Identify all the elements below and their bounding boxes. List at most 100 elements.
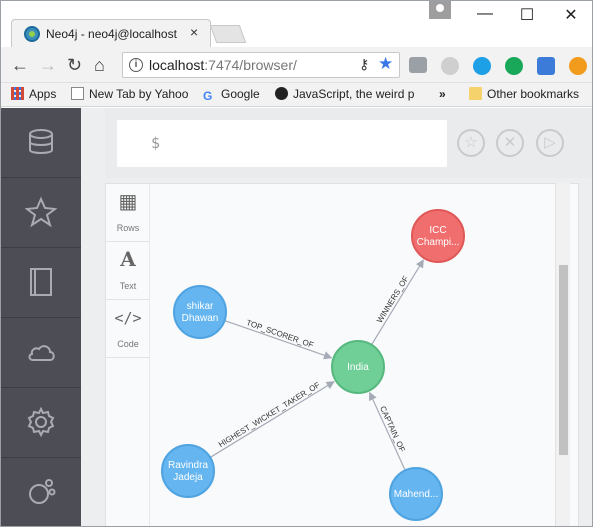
clear-query-button[interactable]: ✕ xyxy=(496,129,524,157)
code-icon: </> xyxy=(114,309,142,327)
skype-extension-icon[interactable] xyxy=(473,57,491,75)
browser-tab[interactable]: Neo4j - neo4j@localhost × xyxy=(11,19,211,47)
gear-icon xyxy=(27,406,55,438)
address-bar[interactable]: i localhost:7474/browser/ ⚷ ★ xyxy=(122,52,400,78)
graph-visualization[interactable]: TOP_SCORER_OF WINNERS_OF HIGHEST_WICKET_TA… xyxy=(151,184,553,527)
drive-extension-icon[interactable] xyxy=(409,57,427,73)
node-caption: shikar xyxy=(187,301,214,312)
bookmark-star-icon[interactable]: ★ xyxy=(378,54,393,74)
star-icon xyxy=(25,196,57,228)
database-icon xyxy=(29,129,53,154)
relationship-top-scorer-of[interactable] xyxy=(224,319,333,360)
tab-text-label: Text xyxy=(119,281,137,291)
node-circle[interactable] xyxy=(411,209,465,263)
back-arrow-icon[interactable]: ← xyxy=(11,55,29,76)
bookmark-label: Apps xyxy=(29,87,57,101)
screenshot-extension-icon[interactable] xyxy=(537,57,555,75)
cypher-editor[interactable]: $ xyxy=(117,120,447,167)
reload-icon[interactable]: ↻ xyxy=(67,55,82,76)
tab-title: Neo4j - neo4j@localhost xyxy=(46,27,177,41)
node-caption: ICC xyxy=(429,225,446,236)
bookmark-google[interactable]: G Google xyxy=(203,87,260,103)
run-query-button[interactable]: ▷ xyxy=(536,129,564,157)
sidebar-item-about[interactable] xyxy=(1,458,81,526)
close-window-button[interactable]: ✕ xyxy=(561,5,581,25)
result-view-tabs: ▦ Rows A Text </> Code xyxy=(106,184,150,526)
tab-text[interactable]: A Text xyxy=(106,242,150,300)
relationship-label: CAPTAIN_OF xyxy=(378,405,407,454)
url-text: localhost:7474/browser/ xyxy=(149,57,297,73)
node-ravindra[interactable]: RavindraJadeja xyxy=(161,444,215,498)
google-icon: G xyxy=(203,89,213,103)
node-caption: Dhawan xyxy=(182,313,219,324)
node-icc[interactable]: ICCChampi... xyxy=(411,209,465,263)
github-icon xyxy=(275,87,288,100)
tab-code[interactable]: </> Code xyxy=(106,300,150,358)
node-caption: Jadeja xyxy=(173,472,203,483)
browser-toolbar: ← → ↻ ⌂ i localhost:7474/browser/ ⚷ ★ xyxy=(1,47,592,83)
tab-close-icon[interactable]: × xyxy=(190,24,198,40)
maximize-button[interactable]: ☐ xyxy=(517,5,537,25)
key-icon[interactable]: ⚷ xyxy=(359,56,369,73)
profile-icon[interactable] xyxy=(429,1,451,19)
result-frame: ▦ Rows A Text </> Code TOP_SCORER_OF WIN… xyxy=(105,183,579,527)
book-icon xyxy=(30,268,52,296)
bookmark-apps[interactable]: Apps xyxy=(11,87,56,101)
bookmark-javascript[interactable]: JavaScript, the weird p xyxy=(275,87,437,101)
scrollbar-thumb[interactable] xyxy=(559,265,568,455)
node-caption: Champi... xyxy=(417,237,460,248)
bookmark-label: Google xyxy=(221,87,260,101)
home-icon[interactable]: ⌂ xyxy=(94,55,105,76)
bookmarks-bar: Apps New Tab by Yahoo G Google JavaScript… xyxy=(1,83,592,107)
sidebar-item-cloud[interactable] xyxy=(1,318,81,388)
neo4j-sidebar xyxy=(1,108,81,526)
node-india[interactable]: India xyxy=(331,340,385,394)
relationship-label: HIGHEST_WICKET_TAKER_OF xyxy=(217,380,322,449)
tab-code-label: Code xyxy=(117,339,139,349)
alert-extension-icon[interactable] xyxy=(569,57,587,75)
neo4j-logo-icon xyxy=(29,479,56,504)
tab-strip: Neo4j - neo4j@localhost × — ☐ ✕ xyxy=(1,1,592,47)
url-host: localhost xyxy=(149,57,205,73)
relationship-captain-of[interactable] xyxy=(368,391,406,471)
node-caption: Mahend... xyxy=(394,489,438,500)
other-bookmarks-label: Other bookmarks xyxy=(487,87,580,101)
forward-arrow-icon[interactable]: → xyxy=(39,55,57,76)
node-circle[interactable] xyxy=(161,444,215,498)
tab-rows[interactable]: ▦ Rows xyxy=(106,184,150,242)
node-caption: India xyxy=(347,362,369,373)
node-mahend[interactable]: Mahend... xyxy=(389,467,443,521)
sidebar-item-documentation[interactable] xyxy=(1,248,81,318)
url-path: :7474/browser/ xyxy=(204,57,297,73)
new-tab-button[interactable] xyxy=(209,25,247,43)
bookmark-label: JavaScript, the weird p xyxy=(293,87,415,101)
browser-window: Neo4j - neo4j@localhost × — ☐ ✕ ← → ↻ ⌂ … xyxy=(0,0,593,527)
extension-icon[interactable] xyxy=(441,57,459,75)
node-shikar[interactable]: shikarDhawan xyxy=(173,285,227,339)
other-bookmarks[interactable]: Other bookmarks xyxy=(469,87,579,101)
editor-area: $ ☆ ✕ ▷ xyxy=(105,108,592,178)
folder-icon xyxy=(469,87,482,100)
vertical-scrollbar[interactable] xyxy=(555,183,570,526)
bookmarks-overflow-button[interactable]: » xyxy=(439,87,446,101)
main-content: $ ☆ ✕ ▷ ▦ Rows A Text </> Code TOP_SCORE… xyxy=(81,108,592,527)
bookmark-yahoo[interactable]: New Tab by Yahoo xyxy=(71,87,188,101)
sidebar-item-favorites[interactable] xyxy=(1,178,81,248)
favorite-query-button[interactable]: ☆ xyxy=(457,129,485,157)
relationship-highest-wicket-taker-of[interactable] xyxy=(209,381,335,458)
sidebar-item-database[interactable] xyxy=(1,108,81,178)
sidebar-item-settings[interactable] xyxy=(1,388,81,458)
relationship-label: TOP_SCORER_OF xyxy=(245,318,315,350)
relationship-label: WINNERS_OF xyxy=(375,274,411,324)
node-circle[interactable] xyxy=(173,285,227,339)
apps-grid-icon xyxy=(11,87,24,100)
minimize-button[interactable]: — xyxy=(475,5,495,23)
info-icon[interactable]: i xyxy=(129,58,143,72)
tab-rows-label: Rows xyxy=(116,223,140,233)
grammarly-extension-icon[interactable] xyxy=(505,57,523,75)
cloud-icon xyxy=(28,345,55,361)
relationship-winners-of[interactable] xyxy=(371,259,424,346)
editor-prompt: $ xyxy=(151,134,161,152)
table-icon: ▦ xyxy=(118,191,138,213)
neo4j-favicon-icon xyxy=(24,26,40,42)
